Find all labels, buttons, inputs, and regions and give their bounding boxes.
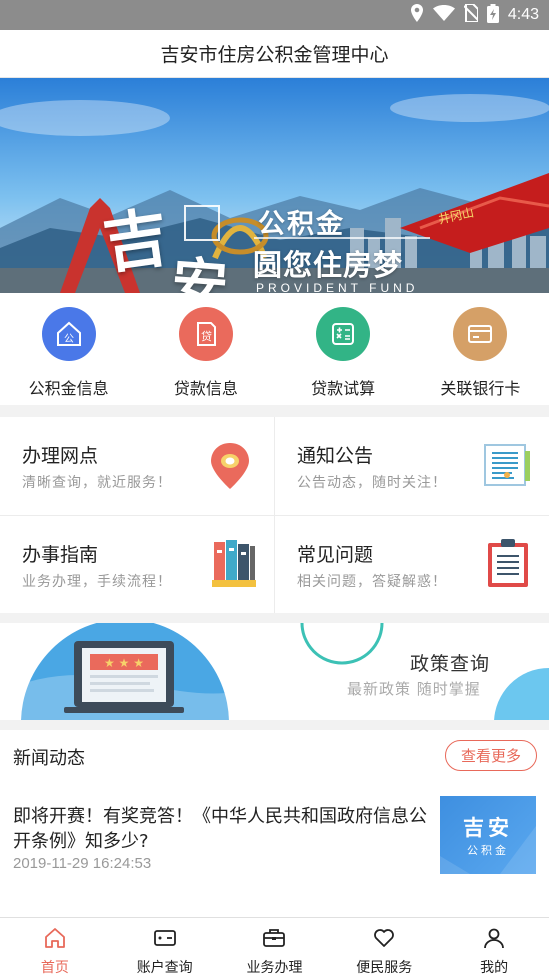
card-title: 办理网点 xyxy=(22,445,99,467)
bank-card-icon xyxy=(453,307,508,361)
banner-slogan-en: PROVIDENT FUND xyxy=(256,281,419,293)
loan-doc-icon: 贷 xyxy=(178,307,233,361)
service-cards: 办理网点 清晰查询，就近服务！ 通知公告 公告动态，随时关注！ 办事指南 业务办… xyxy=(0,417,549,613)
clipboard-icon xyxy=(487,538,529,592)
location-icon xyxy=(410,4,424,26)
quick-label-loan-info: 贷款信息 xyxy=(173,379,238,398)
app-header: 吉安市住房公积金管理中心 xyxy=(0,30,549,78)
view-more-button[interactable]: 查看更多 xyxy=(445,740,537,771)
nav-label: 便民服务 xyxy=(356,960,413,976)
binders-icon xyxy=(212,538,256,592)
card-subtitle: 相关问题，答疑解惑！ xyxy=(297,574,447,590)
bottom-nav: 首页 账户查询 业务办理 便民服务 我的 xyxy=(0,917,549,976)
app-screen: 4:43 吉安市住房公积金管理中心 吉 安 公积金 圆您住房梦 PROVIDEN… xyxy=(0,0,549,976)
banner-char-an: 安 xyxy=(169,250,230,293)
news-time: 2019-11-29 16:24:53 xyxy=(13,855,152,872)
nav-label: 账户查询 xyxy=(136,960,193,976)
banner-slogan-1: 公积金 xyxy=(258,209,345,240)
wallet-icon xyxy=(153,926,177,954)
card-subtitle: 公告动态，随时关注！ xyxy=(297,475,447,491)
quick-menu: 公 公积金信息 贷 贷款信息 贷款试算 关联银行卡 xyxy=(0,293,549,405)
battery-icon xyxy=(486,3,499,27)
nav-account[interactable]: 账户查询 xyxy=(110,918,220,976)
no-sim-icon xyxy=(463,3,479,26)
quick-label-bank-card: 关联银行卡 xyxy=(440,379,521,398)
nav-label: 首页 xyxy=(40,960,69,976)
card-title: 常见问题 xyxy=(297,544,374,566)
card-title: 办事指南 xyxy=(22,544,99,566)
news-list-item[interactable]: 即将开赛！有奖竞答！《中华人民共和国政府信息公开条例》知多少? 2019-11-… xyxy=(0,796,549,886)
nav-services[interactable]: 便民服务 xyxy=(329,918,439,976)
policy-query-banner[interactable]: ★ ★ ★ 政策查询 最新政策 随时掌握 xyxy=(0,623,549,720)
card-subtitle: 清晰查询，就近服务！ xyxy=(22,475,172,491)
thumb-title: 吉安 xyxy=(463,816,513,840)
notice-board-icon xyxy=(483,441,531,493)
card-title: 通知公告 xyxy=(297,445,374,467)
quick-label-loan-calc: 贷款试算 xyxy=(311,379,376,398)
news-thumbnail: 吉安 公积金 xyxy=(440,796,536,874)
status-time: 4:43 xyxy=(507,6,539,23)
banner-char-ji: 吉 xyxy=(98,199,173,284)
card-subtitle: 业务办理，手续流程！ xyxy=(22,574,172,590)
person-icon xyxy=(482,926,506,954)
status-bar: 4:43 xyxy=(0,0,549,30)
house-icon: 公 xyxy=(41,307,96,361)
calculator-icon xyxy=(316,307,371,361)
news-title: 即将开赛！有奖竞答！《中华人民共和国政府信息公开条例》知多少? xyxy=(13,806,427,852)
promo-banner[interactable]: 吉 安 公积金 圆您住房梦 PROVIDENT FUND 井冈山 xyxy=(0,78,549,293)
card-service-outlets[interactable]: 办理网点 清晰查询，就近服务！ xyxy=(0,417,274,515)
policy-subtitle: 最新政策 随时掌握 xyxy=(347,680,481,698)
house-glyph: 公 xyxy=(64,334,74,345)
loan-glyph: 贷 xyxy=(201,329,212,343)
nav-label: 我的 xyxy=(480,960,509,976)
nav-label: 业务办理 xyxy=(246,960,303,976)
quick-item-bank-card[interactable]: 关联银行卡 xyxy=(412,293,549,405)
nav-mine[interactable]: 我的 xyxy=(439,918,549,976)
quick-item-loan-info[interactable]: 贷 贷款信息 xyxy=(137,293,274,405)
news-heading: 新闻动态 xyxy=(13,748,85,769)
card-faq[interactable]: 常见问题 相关问题，答疑解惑！ xyxy=(275,516,549,614)
nav-business[interactable]: 业务办理 xyxy=(220,918,330,976)
wifi-icon xyxy=(432,5,455,25)
home-icon xyxy=(43,926,67,954)
heart-icon xyxy=(372,926,396,954)
banner-slogan-2: 圆您住房梦 xyxy=(253,248,404,282)
policy-title: 政策查询 xyxy=(410,653,491,675)
quick-item-provident-info[interactable]: 公 公积金信息 xyxy=(0,293,137,405)
quick-item-loan-calc[interactable]: 贷款试算 xyxy=(275,293,412,405)
thumb-subtitle: 公积金 xyxy=(467,844,509,857)
stars-icon: ★ ★ ★ xyxy=(104,656,144,670)
quick-label-provident-info: 公积金信息 xyxy=(28,379,109,398)
briefcase-icon xyxy=(262,926,286,954)
card-guide[interactable]: 办事指南 业务办理，手续流程！ xyxy=(0,516,274,614)
news-section: 新闻动态 查看更多 即将开赛！有奖竞答！《中华人民共和国政府信息公开条例》知多少… xyxy=(0,730,549,917)
card-notices[interactable]: 通知公告 公告动态，随时关注！ xyxy=(275,417,549,515)
nav-home[interactable]: 首页 xyxy=(0,918,110,976)
page-title: 吉安市住房公积金管理中心 xyxy=(160,44,389,66)
map-pin-icon xyxy=(210,443,250,493)
status-icons: 4:43 xyxy=(410,0,539,30)
